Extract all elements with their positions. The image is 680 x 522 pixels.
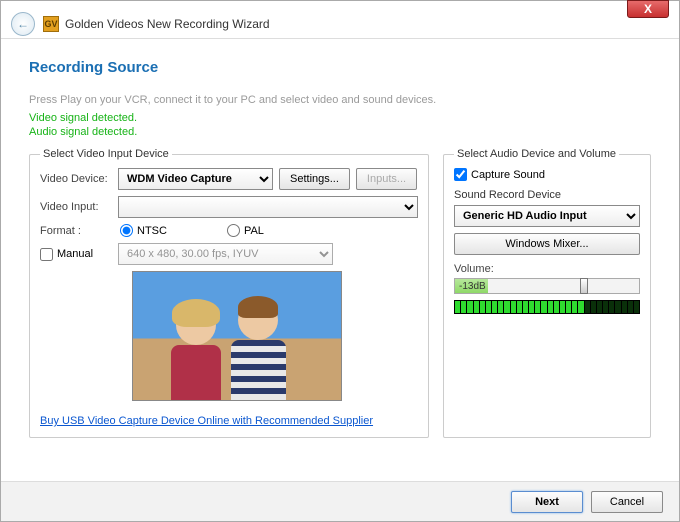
video-signal-status: Video signal detected.: [29, 112, 651, 124]
cancel-button[interactable]: Cancel: [591, 491, 663, 513]
volume-label: Volume:: [454, 263, 640, 275]
capture-sound-input[interactable]: [454, 168, 467, 181]
video-device-label: Video Device:: [40, 173, 112, 185]
pal-radio[interactable]: PAL: [227, 224, 264, 237]
wizard-window: X ← GV Golden Videos New Recording Wizar…: [0, 0, 680, 522]
manual-checkbox[interactable]: Manual: [40, 248, 112, 261]
content-area: Recording Source Press Play on your VCR,…: [1, 39, 679, 448]
record-device-legend: Sound Record Device: [454, 189, 640, 201]
video-device-select[interactable]: WDM Video Capture: [118, 168, 273, 190]
video-input-label: Video Input:: [40, 201, 112, 213]
footer: Next Cancel: [1, 481, 679, 521]
close-button[interactable]: X: [627, 0, 669, 18]
volume-slider[interactable]: -13dB: [454, 278, 640, 294]
buy-device-link[interactable]: Buy USB Video Capture Device Online with…: [40, 415, 373, 427]
close-icon: X: [644, 2, 652, 16]
audio-group: Select Audio Device and Volume Capture S…: [443, 148, 651, 438]
window-title: Golden Videos New Recording Wizard: [65, 17, 270, 31]
windows-mixer-button[interactable]: Windows Mixer...: [454, 233, 640, 255]
next-button[interactable]: Next: [511, 491, 583, 513]
video-group-legend: Select Video Input Device: [40, 148, 172, 160]
volume-handle[interactable]: [580, 278, 588, 294]
audio-signal-status: Audio signal detected.: [29, 126, 651, 138]
title-bar: ← GV Golden Videos New Recording Wizard: [1, 1, 679, 39]
video-input-select[interactable]: [118, 196, 418, 218]
instruction-text: Press Play on your VCR, connect it to yo…: [29, 94, 651, 106]
record-device-select[interactable]: Generic HD Audio Input: [454, 205, 640, 227]
page-heading: Recording Source: [29, 59, 651, 76]
app-icon: GV: [43, 16, 59, 32]
video-preview: [132, 271, 342, 401]
format-select[interactable]: 640 x 480, 30.00 fps, IYUV: [118, 243, 333, 265]
settings-button[interactable]: Settings...: [279, 168, 350, 190]
capture-sound-checkbox[interactable]: Capture Sound: [454, 168, 640, 181]
manual-checkbox-input[interactable]: [40, 248, 53, 261]
volume-value: -13dB: [459, 281, 486, 292]
back-arrow-icon: ←: [17, 17, 29, 31]
level-meter: [454, 300, 640, 314]
ntsc-radio-input[interactable]: [120, 224, 133, 237]
ntsc-radio[interactable]: NTSC: [120, 224, 167, 237]
pal-radio-input[interactable]: [227, 224, 240, 237]
inputs-button[interactable]: Inputs...: [356, 168, 417, 190]
audio-group-legend: Select Audio Device and Volume: [454, 148, 619, 160]
back-button[interactable]: ←: [11, 12, 35, 36]
format-label: Format :: [40, 225, 112, 237]
video-input-group: Select Video Input Device Video Device: …: [29, 148, 429, 438]
